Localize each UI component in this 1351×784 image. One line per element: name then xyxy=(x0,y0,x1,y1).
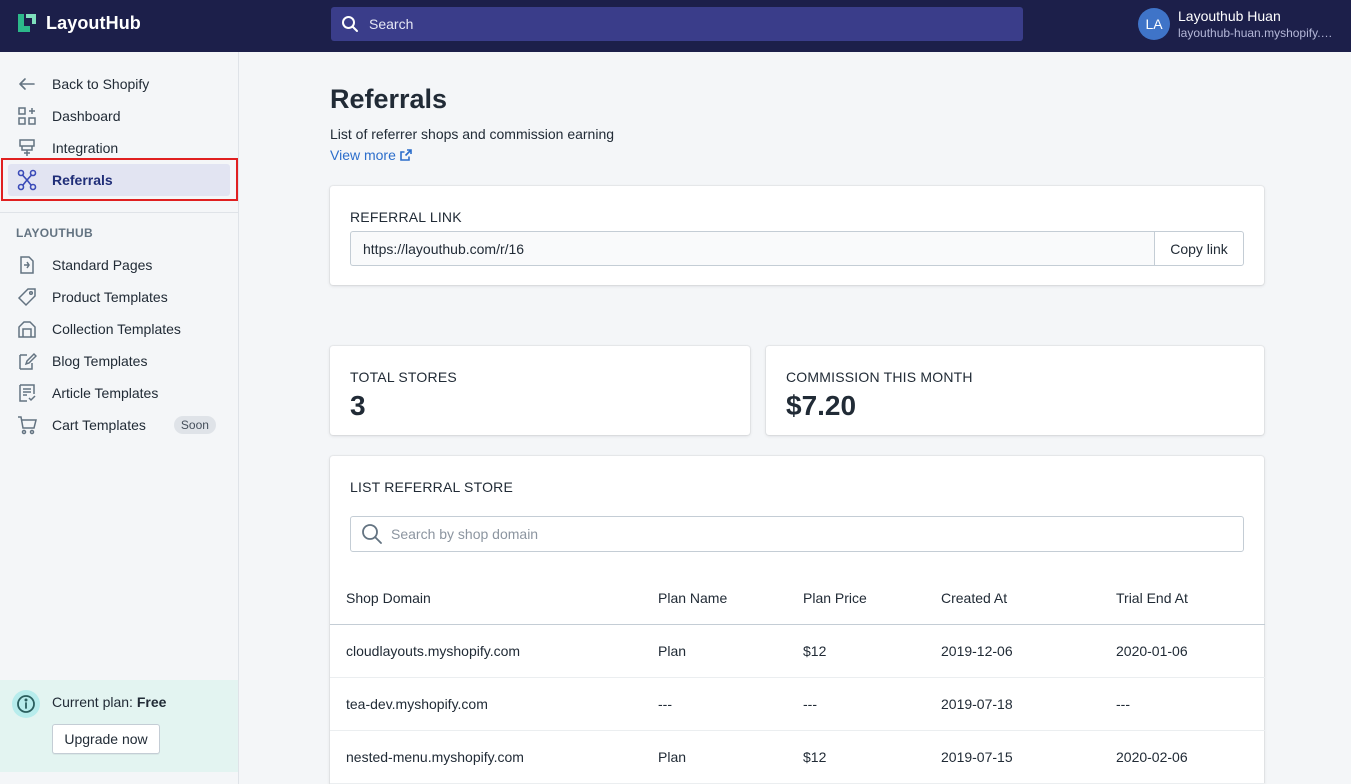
sidebar-item-label: Standard Pages xyxy=(52,257,153,273)
cell-trial-end-at: 2020-01-06 xyxy=(1116,643,1188,659)
soon-badge: Soon xyxy=(173,416,216,434)
current-plan-box: Current plan: Free Upgrade now xyxy=(0,680,238,772)
sidebar-item-standard-pages[interactable]: Standard Pages xyxy=(8,249,230,281)
current-plan-text: Current plan: Free xyxy=(52,694,166,710)
total-stores-card: TOTAL STORES 3 xyxy=(330,346,750,435)
sidebar-item-label: Article Templates xyxy=(52,385,159,401)
upgrade-now-button[interactable]: Upgrade now xyxy=(52,724,160,754)
commission-card: COMMISSION THIS MONTH $7.20 xyxy=(766,346,1264,435)
cell-plan-name: Plan xyxy=(658,643,687,659)
sidebar: Back to Shopify Dashboard Integration Re… xyxy=(0,52,239,784)
sidebar-item-dashboard[interactable]: Dashboard xyxy=(8,100,230,132)
cell-plan-price: $12 xyxy=(803,643,827,659)
store-list-label: LIST REFERRAL STORE xyxy=(350,479,514,495)
cell-plan-name: Plan xyxy=(658,749,687,765)
table-row: nested-menu.myshopify.com Plan $12 2019-… xyxy=(330,731,1265,784)
avatar: LA xyxy=(1138,8,1170,40)
cell-created-at: 2019-07-18 xyxy=(941,696,1013,712)
cell-shop-domain: tea-dev.myshopify.com xyxy=(346,696,488,712)
table-row: tea-dev.myshopify.com --- --- 2019-07-18… xyxy=(330,678,1265,731)
cell-created-at: 2019-12-06 xyxy=(941,643,1013,659)
search-placeholder: Search xyxy=(369,16,414,32)
column-header-plan-price: Plan Price xyxy=(803,590,867,606)
external-link-icon xyxy=(400,149,412,161)
shop-domain-search-input[interactable]: Search by shop domain xyxy=(350,516,1244,552)
sidebar-item-label: Cart Templates xyxy=(52,417,146,433)
sidebar-divider xyxy=(0,212,239,213)
sidebar-item-label: Dashboard xyxy=(52,108,121,124)
sidebar-section-label: LAYOUTHUB xyxy=(16,226,93,240)
sidebar-item-article-templates[interactable]: Article Templates xyxy=(8,377,230,409)
page-import-icon xyxy=(16,254,38,276)
sidebar-item-label: Product Templates xyxy=(52,289,168,305)
cell-trial-end-at: 2020-02-06 xyxy=(1116,749,1188,765)
sidebar-item-label: Collection Templates xyxy=(52,321,181,337)
user-shop-domain: layouthub-huan.myshopify.com xyxy=(1178,26,1338,40)
cell-created-at: 2019-07-15 xyxy=(941,749,1013,765)
shop-domain-search-placeholder: Search by shop domain xyxy=(391,526,539,542)
blog-edit-icon xyxy=(16,350,38,372)
page-title: Referrals xyxy=(330,84,448,114)
search-icon xyxy=(362,524,382,544)
user-menu[interactable]: LA Layouthub Huan layouthub-huan.myshopi… xyxy=(1138,8,1348,40)
referral-link-card: REFERRAL LINK https://layouthub.com/r/16… xyxy=(330,186,1264,285)
copy-link-button[interactable]: Copy link xyxy=(1154,231,1244,266)
cell-plan-name: --- xyxy=(658,696,672,712)
cell-shop-domain: cloudlayouts.myshopify.com xyxy=(346,643,521,659)
current-plan-value: Free xyxy=(136,694,167,710)
top-bar: LayoutHub Search LA Layouthub Huan layou… xyxy=(0,0,1351,52)
sidebar-item-back-to-shopify[interactable]: Back to Shopify xyxy=(8,68,230,100)
layouthub-logo-icon xyxy=(18,14,36,32)
arrow-left-icon xyxy=(16,73,38,95)
global-search-input[interactable]: Search xyxy=(331,7,1023,41)
sidebar-item-collection-templates[interactable]: Collection Templates xyxy=(8,313,230,345)
commission-label: COMMISSION THIS MONTH xyxy=(786,369,973,385)
column-header-shop-domain: Shop Domain xyxy=(346,590,431,606)
sidebar-item-label: Blog Templates xyxy=(52,353,148,369)
integration-icon xyxy=(16,137,38,159)
dashboard-icon xyxy=(16,105,38,127)
cell-shop-domain: nested-menu.myshopify.com xyxy=(346,749,524,765)
sidebar-item-cart-templates[interactable]: Cart Templates Soon xyxy=(8,409,230,441)
total-stores-value: 3 xyxy=(350,390,366,421)
commission-value: $7.20 xyxy=(786,390,857,421)
referral-store-list-card: LIST REFERRAL STORE Search by shop domai… xyxy=(330,456,1265,784)
collection-icon xyxy=(16,318,38,340)
view-more-link[interactable]: View more xyxy=(330,147,412,163)
table-row: cloudlayouts.myshopify.com Plan $12 2019… xyxy=(330,625,1265,678)
selection-highlight xyxy=(1,158,238,201)
page-subtitle: List of referrer shops and commission ea… xyxy=(330,126,615,142)
app-name: LayoutHub xyxy=(46,12,141,33)
cell-plan-price: --- xyxy=(803,696,817,712)
sidebar-item-product-templates[interactable]: Product Templates xyxy=(8,281,230,313)
column-header-trial-end-at: Trial End At xyxy=(1116,590,1188,606)
search-icon xyxy=(342,16,358,32)
sidebar-item-label: Back to Shopify xyxy=(52,76,150,92)
total-stores-label: TOTAL STORES xyxy=(350,369,457,385)
cart-icon xyxy=(16,414,38,436)
app-logo[interactable]: LayoutHub xyxy=(16,12,141,34)
article-icon xyxy=(16,382,38,404)
cell-plan-price: $12 xyxy=(803,749,827,765)
column-header-created-at: Created At xyxy=(941,590,1008,606)
user-name: Layouthub Huan xyxy=(1178,8,1281,24)
view-more-label: View more xyxy=(330,147,396,163)
current-plan-prefix: Current plan: xyxy=(52,694,133,710)
column-header-plan-name: Plan Name xyxy=(658,590,728,606)
info-icon xyxy=(12,690,40,718)
sidebar-item-blog-templates[interactable]: Blog Templates xyxy=(8,345,230,377)
referral-link-field[interactable]: https://layouthub.com/r/16 xyxy=(350,231,1155,266)
referral-link-label: REFERRAL LINK xyxy=(350,209,462,225)
sidebar-item-label: Integration xyxy=(52,140,119,156)
tag-icon xyxy=(16,286,38,308)
cell-trial-end-at: --- xyxy=(1116,696,1130,712)
